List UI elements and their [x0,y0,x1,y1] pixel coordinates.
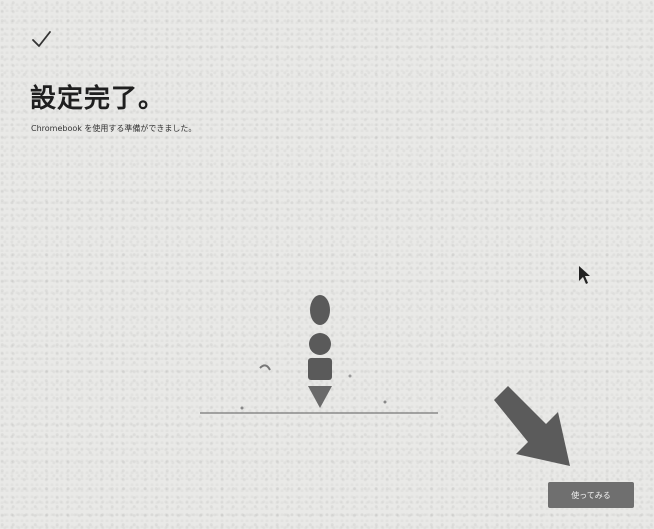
shape-triangle [308,386,332,408]
decoration-hook [259,364,271,371]
page-subtitle: Chromebook を使用する準備ができました。 [31,124,197,133]
decoration-dot [383,400,387,404]
decoration-dot [348,374,352,378]
mouse-cursor-icon [579,266,590,284]
completion-illustration [200,295,438,414]
decoration-dot [240,406,244,410]
checkmark-icon [32,31,51,47]
shape-square [308,358,332,380]
next-button[interactable]: 使ってみる [548,482,634,508]
annotation-arrow-icon [494,386,570,466]
page-title: 設定完了。 [30,84,166,114]
shape-top-oval [310,295,330,325]
shape-circle [309,333,331,355]
